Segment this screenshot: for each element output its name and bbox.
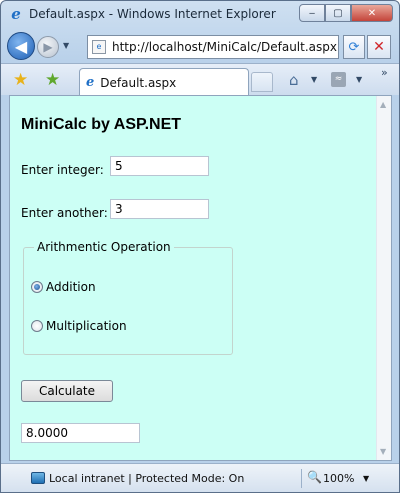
operation-group: Arithmentic Operation Addition Multiplic… bbox=[23, 240, 233, 355]
tab-bar: ★ ★ e Default.aspx ⌂ ▼ ≈ ▼ » bbox=[1, 63, 399, 96]
another-input[interactable]: 3 bbox=[110, 199, 209, 219]
page-content: MiniCalc by ASP.NET Enter integer: 5 Ent… bbox=[9, 95, 392, 461]
home-icon[interactable]: ⌂ bbox=[289, 71, 299, 89]
scroll-up-icon[interactable]: ▲ bbox=[380, 100, 386, 109]
home-dropdown-icon[interactable]: ▼ bbox=[311, 75, 317, 84]
browser-window: e Default.aspx - Windows Internet Explor… bbox=[0, 0, 400, 493]
new-tab-button[interactable] bbox=[251, 72, 273, 92]
add-favorites-icon[interactable]: ★ bbox=[45, 70, 60, 90]
integer-input[interactable]: 5 bbox=[110, 156, 209, 176]
zoom-dropdown-icon[interactable]: ▼ bbox=[363, 474, 369, 483]
operation-legend: Arithmentic Operation bbox=[34, 240, 174, 254]
back-button[interactable]: ◀ bbox=[7, 32, 35, 60]
favorites-star-icon[interactable]: ★ bbox=[13, 70, 28, 90]
window-title: Default.aspx - Windows Internet Explorer bbox=[29, 7, 276, 21]
status-bar: Local intranet | Protected Mode: On 🔍 10… bbox=[1, 463, 399, 492]
tab-default-aspx[interactable]: e Default.aspx bbox=[79, 68, 249, 96]
minimize-button[interactable]: ‒ bbox=[299, 4, 325, 22]
forward-button[interactable]: ▶ bbox=[37, 36, 59, 58]
maximize-button[interactable]: ▢ bbox=[325, 4, 351, 22]
ie-logo-icon: e bbox=[11, 5, 21, 23]
multiplication-label[interactable]: Multiplication bbox=[46, 319, 127, 333]
result-field[interactable]: 8.0000 bbox=[21, 423, 140, 443]
addition-radio[interactable] bbox=[31, 281, 43, 293]
caption-buttons: ‒ ▢ ✕ bbox=[299, 4, 393, 22]
page-icon: e bbox=[92, 40, 106, 54]
more-tools-icon[interactable]: » bbox=[381, 66, 388, 79]
calculate-button[interactable]: Calculate bbox=[21, 380, 113, 402]
vertical-scrollbar[interactable]: ▲ ▼ bbox=[376, 96, 391, 460]
navigation-bar: ◀ ▶ ▼ e http://localhost/MiniCalc/Defaul… bbox=[1, 29, 399, 63]
recent-pages-dropdown-icon[interactable]: ▼ bbox=[63, 41, 69, 50]
refresh-button[interactable]: ⟳ bbox=[343, 35, 365, 59]
another-label: Enter another: bbox=[21, 206, 108, 220]
scroll-down-icon[interactable]: ▼ bbox=[380, 447, 386, 456]
zoom-magnifier-icon[interactable]: 🔍 bbox=[307, 470, 322, 484]
security-zone-text[interactable]: Local intranet | Protected Mode: On bbox=[49, 472, 244, 485]
close-button[interactable]: ✕ bbox=[351, 4, 393, 22]
address-url[interactable]: http://localhost/MiniCalc/Default.aspx bbox=[112, 40, 337, 54]
page-title: MiniCalc by ASP.NET bbox=[21, 116, 182, 133]
tab-page-icon: e bbox=[86, 75, 95, 90]
status-divider bbox=[301, 469, 302, 488]
zoom-level[interactable]: 100% bbox=[323, 472, 354, 485]
addition-label[interactable]: Addition bbox=[46, 280, 96, 294]
title-bar: e Default.aspx - Windows Internet Explor… bbox=[1, 1, 399, 29]
intranet-zone-icon bbox=[31, 472, 45, 484]
feeds-dropdown-icon[interactable]: ▼ bbox=[356, 75, 362, 84]
feeds-icon[interactable]: ≈ bbox=[331, 72, 346, 87]
stop-button[interactable]: ✕ bbox=[367, 35, 391, 59]
tab-label: Default.aspx bbox=[100, 75, 177, 90]
integer-label: Enter integer: bbox=[21, 163, 104, 177]
multiplication-radio[interactable] bbox=[31, 320, 43, 332]
address-bar[interactable]: e http://localhost/MiniCalc/Default.aspx bbox=[87, 35, 339, 59]
